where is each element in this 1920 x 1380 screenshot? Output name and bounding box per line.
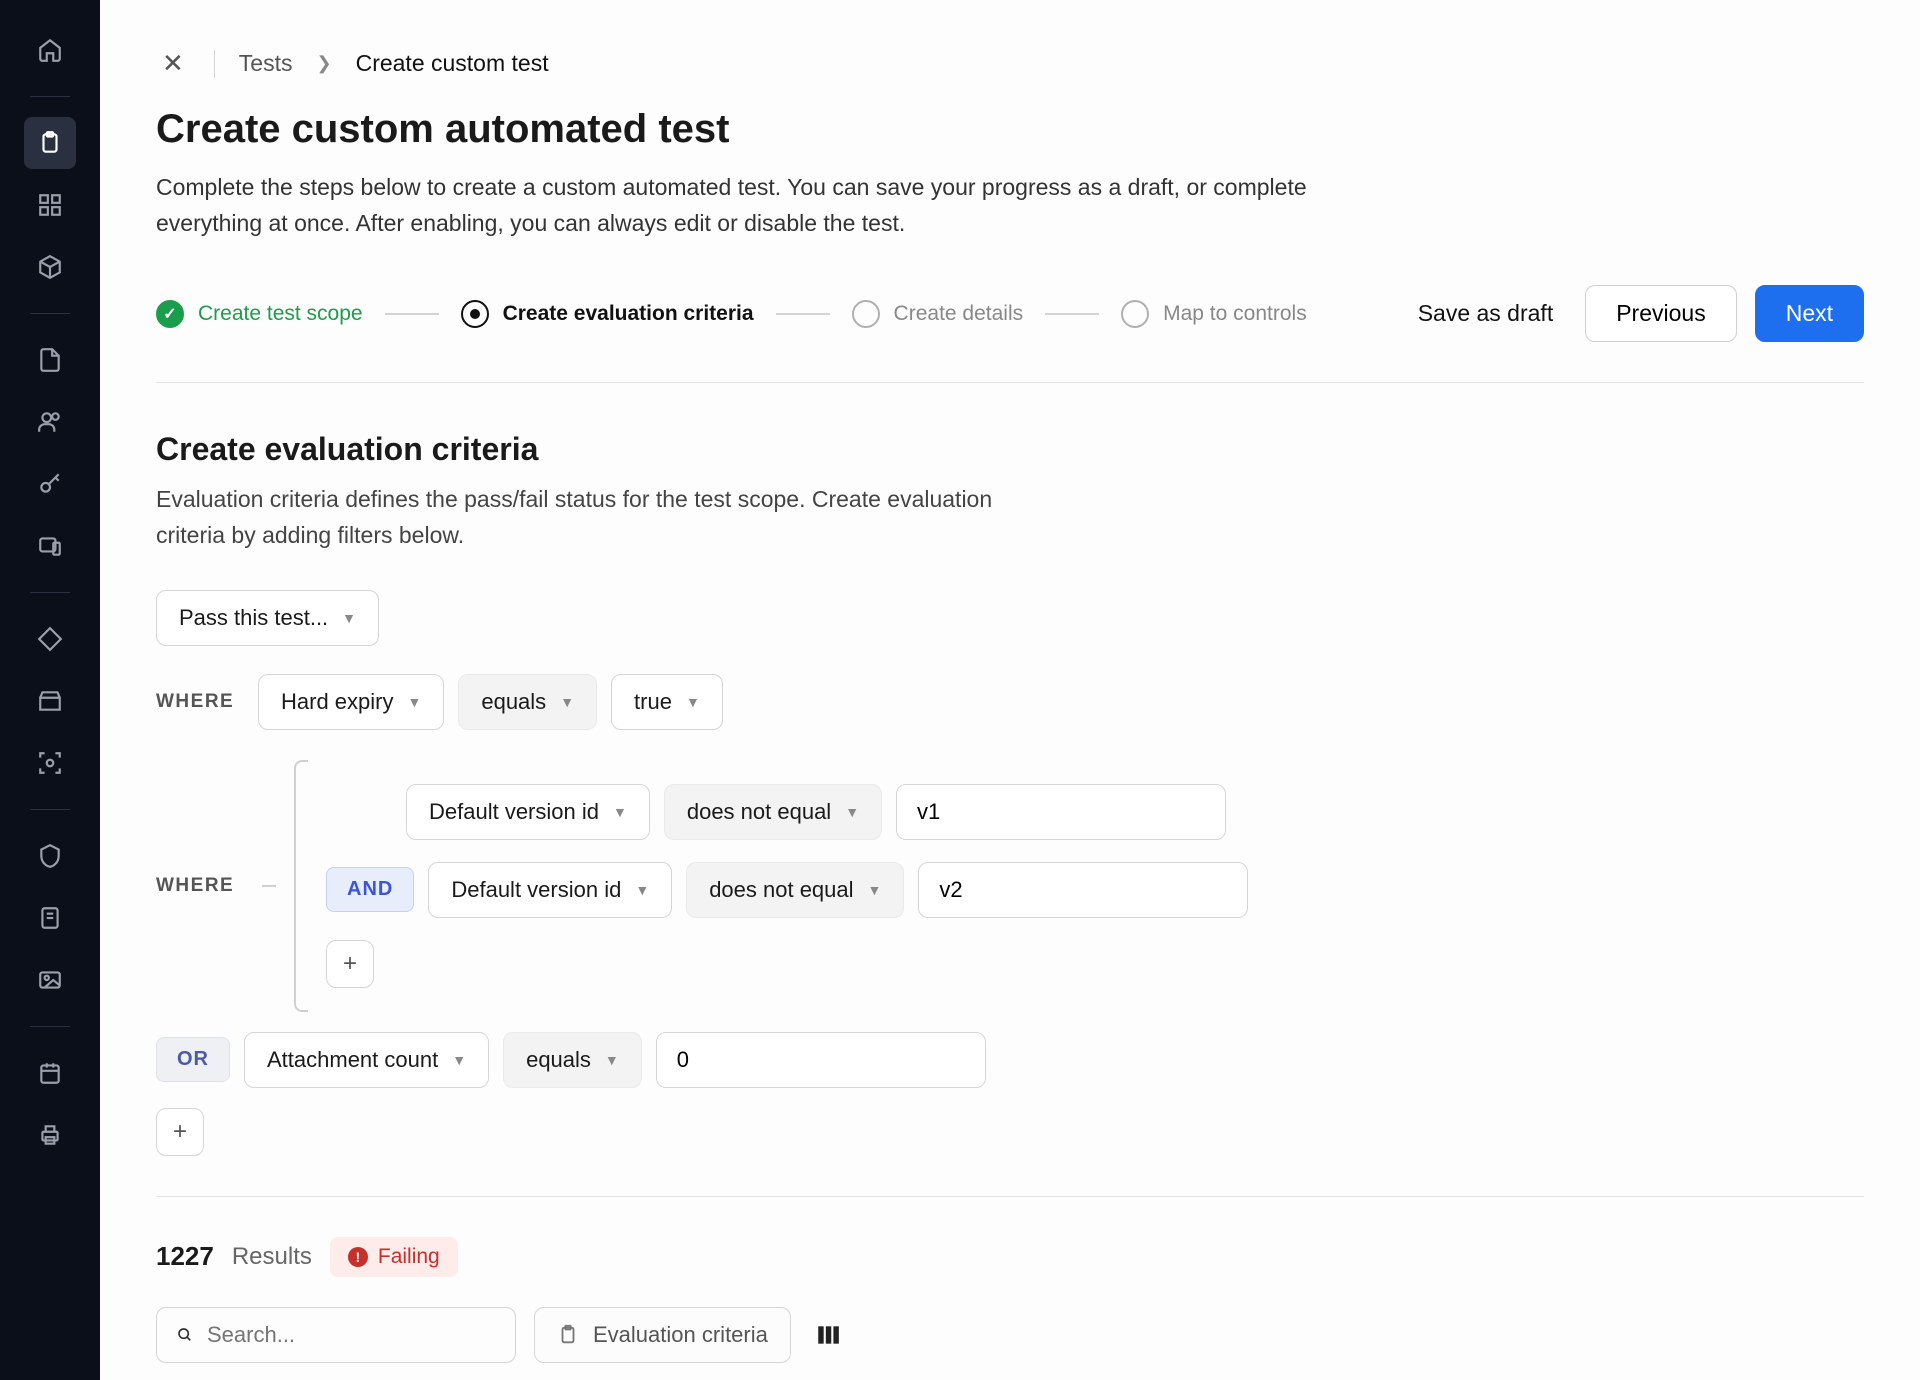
breadcrumb-current: Create custom test xyxy=(356,50,549,77)
results-count: 1227 xyxy=(156,1241,214,1272)
chevron-down-icon: ▼ xyxy=(613,804,627,820)
connector-line xyxy=(262,885,276,887)
value-input[interactable] xyxy=(896,784,1226,840)
store-icon[interactable] xyxy=(24,675,76,727)
users-icon[interactable] xyxy=(24,396,76,448)
bracket-icon xyxy=(294,760,308,1012)
chevron-down-icon: ▼ xyxy=(635,882,649,898)
value-dropdown[interactable]: true▼ xyxy=(611,674,723,730)
search-input[interactable] xyxy=(207,1322,495,1348)
calendar-icon[interactable] xyxy=(24,1047,76,1099)
document-icon[interactable] xyxy=(24,334,76,386)
divider xyxy=(214,50,215,78)
chevron-down-icon: ▼ xyxy=(452,1052,466,1068)
divider xyxy=(30,809,70,810)
page-icon[interactable] xyxy=(24,892,76,944)
field-dropdown[interactable]: Attachment count▼ xyxy=(244,1032,489,1088)
results-label: Results xyxy=(232,1243,312,1271)
search-icon xyxy=(177,1323,193,1347)
field-dropdown[interactable]: Hard expiry▼ xyxy=(258,674,444,730)
section-description: Evaluation criteria defines the pass/fai… xyxy=(156,482,1056,553)
search-input-wrapper[interactable] xyxy=(156,1307,516,1363)
apps-icon[interactable] xyxy=(24,179,76,231)
add-filter-button[interactable]: + xyxy=(156,1108,204,1156)
alert-icon: ! xyxy=(348,1247,368,1267)
operator-dropdown[interactable]: equals▼ xyxy=(458,674,597,730)
filter-row: AND Default version id▼ does not equal▼ xyxy=(326,862,1248,918)
breadcrumb: ✕ Tests ❯ Create custom test xyxy=(156,48,1864,79)
field-dropdown[interactable]: Default version id▼ xyxy=(428,862,672,918)
step-scope[interactable]: Create test scope xyxy=(156,300,363,328)
divider xyxy=(30,1026,70,1027)
chevron-down-icon: ▼ xyxy=(342,610,356,626)
field-dropdown[interactable]: Default version id▼ xyxy=(406,784,650,840)
upcoming-step-icon xyxy=(852,300,880,328)
where-label: WHERE xyxy=(156,691,244,713)
upcoming-step-icon xyxy=(1121,300,1149,328)
printer-icon[interactable] xyxy=(24,1109,76,1161)
section-heading: Create evaluation criteria xyxy=(156,431,1864,468)
chevron-down-icon: ▼ xyxy=(560,694,574,710)
filter-row: OR Attachment count▼ equals▼ xyxy=(156,1032,1864,1088)
chevron-down-icon: ▼ xyxy=(686,694,700,710)
diamond-icon[interactable] xyxy=(24,613,76,665)
filter-row: WHERE Hard expiry▼ equals▼ true▼ xyxy=(156,674,1864,730)
clipboard-icon xyxy=(557,1324,579,1346)
pass-test-dropdown[interactable]: Pass this test... ▼ xyxy=(156,590,379,646)
divider xyxy=(30,96,70,97)
or-badge[interactable]: OR xyxy=(156,1037,230,1082)
step-connector xyxy=(776,313,830,315)
nested-filter-group: WHERE Default version id▼ does not equal… xyxy=(156,760,1864,1012)
check-icon xyxy=(156,300,184,328)
left-nav xyxy=(0,0,100,1380)
operator-dropdown[interactable]: does not equal▼ xyxy=(686,862,904,918)
close-icon[interactable]: ✕ xyxy=(156,48,190,79)
divider xyxy=(30,592,70,593)
chevron-down-icon: ▼ xyxy=(868,882,882,898)
step-connector xyxy=(385,313,439,315)
stepper: Create test scope Create evaluation crit… xyxy=(156,285,1864,383)
add-filter-button[interactable]: + xyxy=(326,940,374,988)
status-badge: ! Failing xyxy=(330,1237,458,1277)
chevron-right-icon: ❯ xyxy=(316,53,331,74)
step-map[interactable]: Map to controls xyxy=(1121,300,1307,328)
page-description: Complete the steps below to create a cus… xyxy=(156,170,1396,241)
step-details[interactable]: Create details xyxy=(852,300,1024,328)
image-icon[interactable] xyxy=(24,954,76,1006)
operator-dropdown[interactable]: equals▼ xyxy=(503,1032,642,1088)
device-icon[interactable] xyxy=(24,520,76,572)
cube-icon[interactable] xyxy=(24,241,76,293)
where-label: WHERE xyxy=(156,875,244,897)
add-filter-row: + xyxy=(326,940,1248,988)
chevron-down-icon: ▼ xyxy=(845,804,859,820)
divider xyxy=(30,313,70,314)
next-button[interactable]: Next xyxy=(1755,285,1864,342)
shield-icon[interactable] xyxy=(24,830,76,882)
scan-icon[interactable] xyxy=(24,737,76,789)
step-criteria[interactable]: Create evaluation criteria xyxy=(461,300,754,328)
page-title: Create custom automated test xyxy=(156,107,1864,152)
add-filter-row: + xyxy=(156,1108,1864,1156)
value-input[interactable] xyxy=(656,1032,986,1088)
criteria-filter-button[interactable]: Evaluation criteria xyxy=(534,1307,791,1363)
previous-button[interactable]: Previous xyxy=(1585,285,1736,342)
operator-dropdown[interactable]: does not equal▼ xyxy=(664,784,882,840)
chevron-down-icon: ▼ xyxy=(407,694,421,710)
chevron-down-icon: ▼ xyxy=(605,1052,619,1068)
results-section: 1227 Results ! Failing Evaluation criter… xyxy=(156,1196,1864,1363)
key-icon[interactable] xyxy=(24,458,76,510)
current-step-icon xyxy=(461,300,489,328)
value-input[interactable] xyxy=(918,862,1248,918)
columns-icon[interactable] xyxy=(809,1322,847,1348)
home-icon[interactable] xyxy=(24,24,76,76)
step-connector xyxy=(1045,313,1099,315)
clipboard-icon[interactable] xyxy=(24,117,76,169)
and-badge[interactable]: AND xyxy=(326,867,414,912)
filter-row: Default version id▼ does not equal▼ xyxy=(406,784,1248,840)
breadcrumb-parent[interactable]: Tests xyxy=(239,50,293,77)
save-draft-button[interactable]: Save as draft xyxy=(1404,288,1568,339)
